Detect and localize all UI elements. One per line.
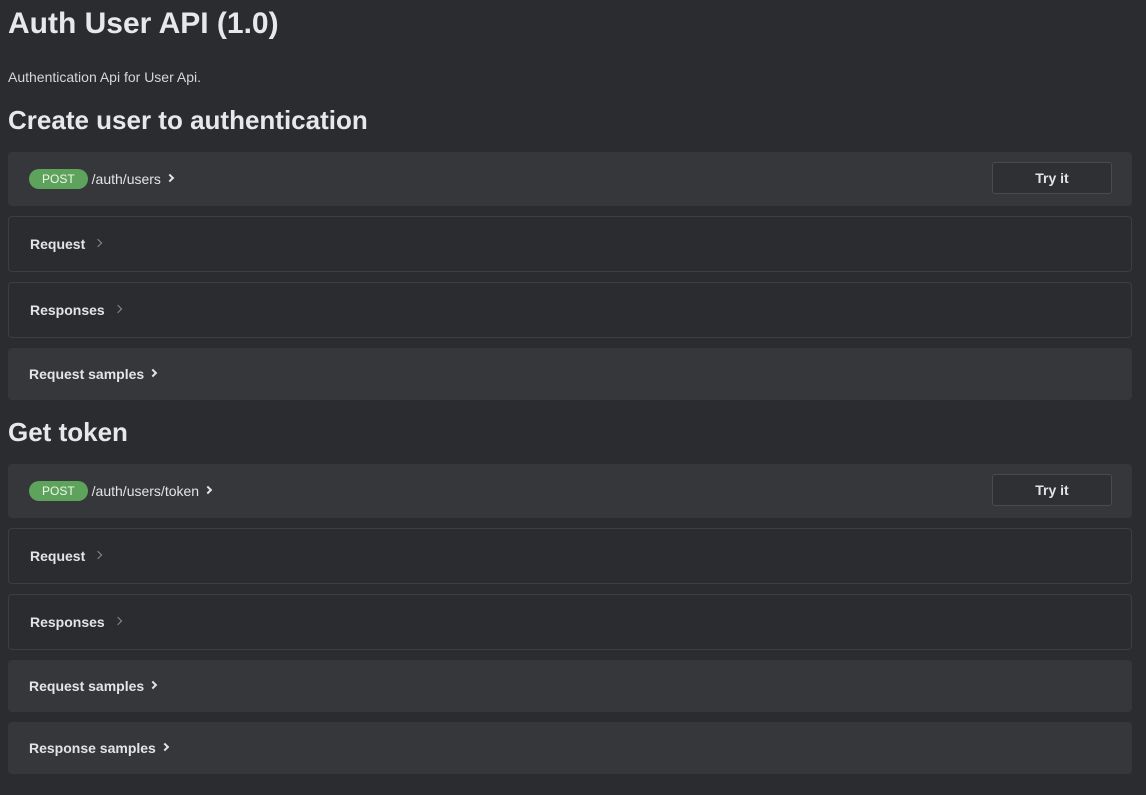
chevron-right-icon bbox=[165, 173, 175, 183]
operation-title: Create user to authentication bbox=[8, 105, 368, 135]
chevron-right-icon bbox=[148, 368, 158, 378]
chevron-right-icon bbox=[203, 485, 213, 495]
endpoint-row[interactable]: POST /auth/users Try it bbox=[8, 152, 1132, 206]
endpoint-row[interactable]: POST /auth/users/token Try it bbox=[8, 464, 1132, 518]
api-description: Authentication Api for User Api. bbox=[8, 69, 201, 85]
chevron-right-icon bbox=[93, 238, 103, 248]
chevron-right-icon bbox=[93, 550, 103, 560]
operation-title: Get token bbox=[8, 417, 128, 447]
try-it-button[interactable]: Try it bbox=[992, 162, 1112, 194]
response-samples-section[interactable]: Response samples bbox=[8, 722, 1132, 774]
endpoint-path: /auth/users bbox=[91, 171, 161, 187]
chevron-right-icon bbox=[113, 616, 122, 626]
method-badge: POST bbox=[29, 481, 88, 501]
endpoint-path: /auth/users/token bbox=[91, 483, 200, 499]
responses-label: Responses bbox=[30, 302, 105, 318]
request-label: Request bbox=[30, 236, 86, 252]
responses-label: Responses bbox=[30, 614, 105, 630]
method-badge: POST bbox=[29, 169, 88, 189]
chevron-right-icon bbox=[148, 680, 158, 690]
request-section[interactable]: Request bbox=[8, 216, 1132, 272]
chevron-right-icon bbox=[160, 742, 170, 752]
chevron-right-icon bbox=[113, 304, 122, 314]
request-label: Request bbox=[30, 548, 86, 564]
api-title: Auth User API (1.0) bbox=[8, 7, 279, 40]
request-samples-section[interactable]: Request samples bbox=[8, 348, 1132, 400]
request-samples-section[interactable]: Request samples bbox=[8, 660, 1132, 712]
api-docs-page: Auth User API (1.0) Authentication Api f… bbox=[0, 0, 1146, 795]
request-section[interactable]: Request bbox=[8, 528, 1132, 584]
responses-section[interactable]: Responses bbox=[8, 282, 1132, 338]
response-samples-label: Response samples bbox=[29, 740, 156, 756]
request-samples-label: Request samples bbox=[29, 678, 145, 694]
try-it-button[interactable]: Try it bbox=[992, 474, 1112, 506]
responses-section[interactable]: Responses bbox=[8, 594, 1132, 650]
request-samples-label: Request samples bbox=[29, 366, 145, 382]
